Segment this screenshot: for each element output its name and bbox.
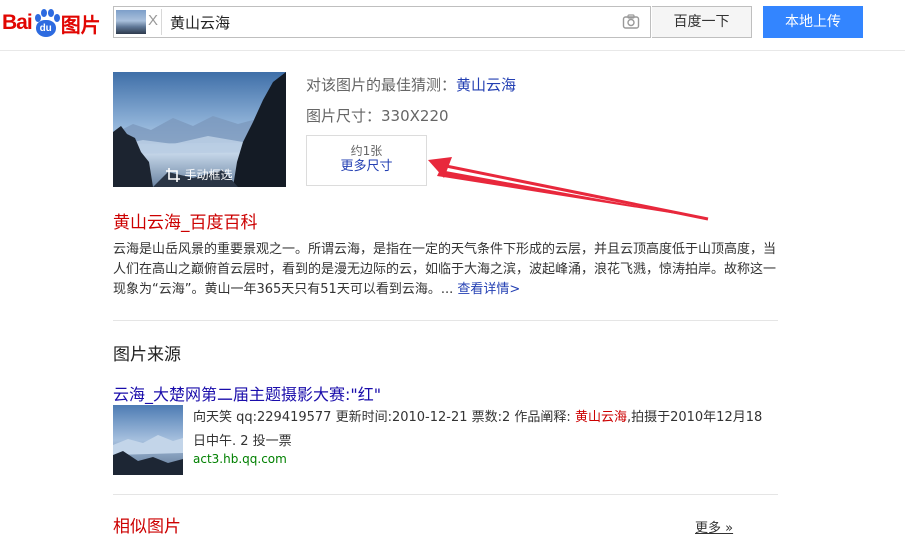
best-guess: 对该图片的最佳猜测：黄山云海 <box>306 74 516 95</box>
search-button[interactable]: 百度一下 <box>652 6 752 38</box>
search-divider <box>161 9 162 35</box>
more-sizes-label: 更多尺寸 <box>340 159 393 174</box>
search-box: X <box>113 6 651 38</box>
image-size: 图片尺寸：330X220 <box>306 107 449 125</box>
source-meta-highlight: 黄山云海 <box>574 410 627 425</box>
divider <box>113 494 778 495</box>
source-thumbnail[interactable] <box>113 405 183 475</box>
paw-icon: du <box>33 9 60 37</box>
size-count: 约1张 <box>350 144 383 158</box>
more-sizes-button[interactable]: 约1张 更多尺寸 <box>306 135 427 186</box>
similar-more-link[interactable]: 更多 » <box>695 517 733 536</box>
baike-more-link[interactable]: 查看详情> <box>457 282 520 297</box>
baike-title-link[interactable]: 黄山云海_百度百科 <box>113 208 258 233</box>
baike-description-text: 云海是山岳风景的重要景观之一。所谓云海，是指在一定的天气条件下形成的云层，并且云… <box>113 242 777 297</box>
baike-description: 云海是山岳风景的重要景观之一。所谓云海，是指在一定的天气条件下形成的云层，并且云… <box>113 240 778 300</box>
manual-crop-button[interactable]: 手动框选 <box>113 166 286 183</box>
section-title-similar: 相似图片 <box>113 517 181 537</box>
manual-crop-label: 手动框选 <box>184 168 233 182</box>
source-url[interactable]: act3.hb.qq.com <box>193 452 287 466</box>
logo-bai-text: Bai <box>2 11 33 34</box>
upload-button[interactable]: 本地上传 <box>763 6 863 38</box>
section-title-source: 图片来源 <box>113 345 181 365</box>
baidu-images-logo[interactable]: Bai du 图片 <box>2 8 101 38</box>
logo-pic-text: 图片 <box>60 12 101 37</box>
source-meta: 向天笑 qq:229419577 更新时间:2010-12-21 票数:2 作品… <box>193 406 773 454</box>
search-input[interactable] <box>170 8 610 36</box>
result-image[interactable]: 手动框选 <box>113 72 286 187</box>
camera-icon[interactable] <box>622 13 640 31</box>
best-guess-label: 对该图片的最佳猜测： <box>306 76 457 94</box>
crop-icon <box>166 167 181 182</box>
query-image-thumbnail[interactable] <box>116 10 146 34</box>
best-guess-link[interactable]: 黄山云海 <box>456 76 516 94</box>
source-image <box>113 405 183 475</box>
divider <box>113 320 778 321</box>
source-title-link[interactable]: 云海_大楚网第二届主题摄影大赛:"红" <box>113 381 381 405</box>
header: Bai du 图片 X 百度一下 本地上传 <box>0 0 905 51</box>
remove-image-icon[interactable]: X <box>148 12 158 29</box>
source-meta-prefix: 向天笑 qq:229419577 更新时间:2010-12-21 票数:2 作品… <box>193 410 575 425</box>
